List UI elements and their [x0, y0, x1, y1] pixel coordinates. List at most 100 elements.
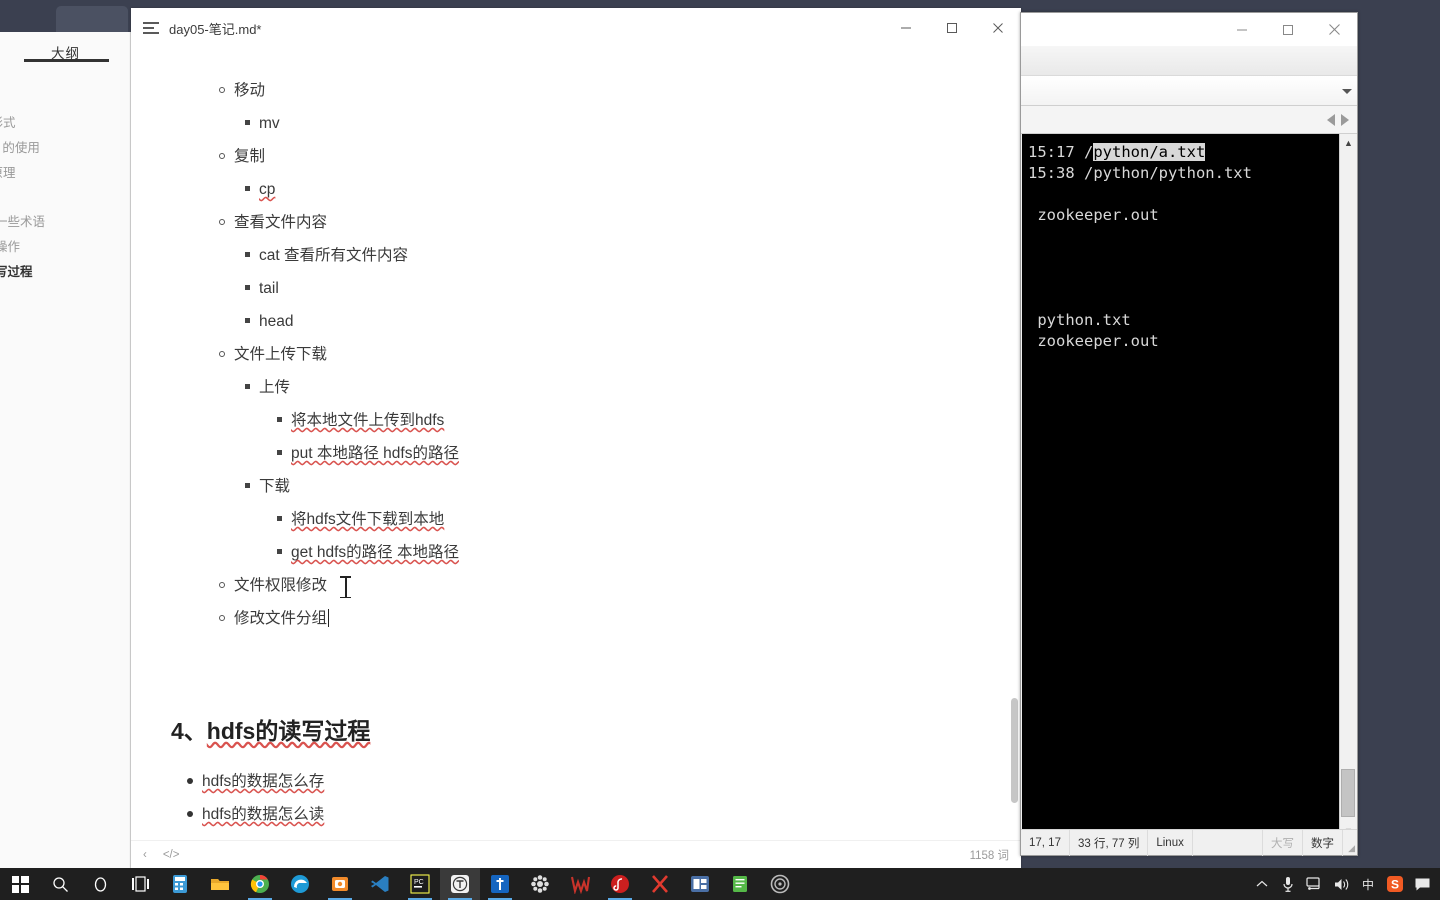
list-item[interactable]: hdfs的数据怎么存: [187, 772, 324, 792]
session-type: Linux: [1148, 829, 1193, 856]
outline-item[interactable]: 的: [0, 86, 130, 111]
outline-item-active[interactable]: 的读写过程: [0, 260, 130, 285]
notepad-icon[interactable]: [720, 868, 760, 900]
chrome-icon[interactable]: [240, 868, 280, 900]
microphone-icon[interactable]: [1275, 868, 1301, 900]
chevron-down-icon[interactable]: [1342, 89, 1352, 94]
xshell-icon[interactable]: [480, 868, 520, 900]
task-view-icon[interactable]: [120, 868, 160, 900]
maximize-icon[interactable]: [929, 8, 975, 48]
square-bullet-icon: [245, 483, 250, 489]
list-item[interactable]: 移动: [219, 81, 265, 101]
outline-item[interactable]: 中的一些术语: [0, 210, 130, 235]
list-item-label: tail: [259, 280, 279, 297]
edge-icon[interactable]: [280, 868, 320, 900]
cortana-icon[interactable]: [80, 868, 120, 900]
notification-icon[interactable]: [1409, 868, 1436, 900]
num-lock-indicator: 数字: [1303, 829, 1343, 856]
list-item[interactable]: 文件上传下载: [219, 345, 327, 365]
background-window-tab[interactable]: [56, 6, 128, 32]
windows-start-icon[interactable]: [0, 868, 40, 900]
list-item[interactable]: 文件权限修改: [219, 576, 327, 596]
page-title[interactable]: 4、hdfs的读写过程: [171, 712, 370, 746]
navicat-icon[interactable]: [520, 868, 560, 900]
volume-icon[interactable]: [1328, 868, 1355, 900]
maximize-icon[interactable]: [1265, 13, 1311, 46]
outline-item[interactable]: 储形式: [0, 111, 130, 136]
source-mode-button[interactable]: </>: [163, 849, 180, 861]
terminal-tabbar[interactable]: [1021, 106, 1357, 134]
outline-item[interactable]: 存: [0, 309, 130, 334]
prev-tab-icon[interactable]: [1327, 113, 1335, 126]
resize-grip-icon[interactable]: ◢: [1343, 830, 1357, 856]
square-bullet-icon: [245, 120, 250, 126]
minimize-icon[interactable]: [1219, 13, 1265, 46]
word-count[interactable]: 1158 词: [970, 847, 1009, 863]
wps-writer-icon[interactable]: [560, 868, 600, 900]
square-bullet-icon: [277, 417, 282, 423]
pycharm-icon[interactable]: PC: [400, 868, 440, 900]
terminal-vertical-scrollbar[interactable]: ▲ ▼: [1339, 134, 1356, 839]
list-item-label: 修改文件分组: [234, 610, 328, 627]
calculator-icon[interactable]: [160, 868, 200, 900]
list-item-label: cat 查看所有文件内容: [259, 247, 408, 264]
list-item[interactable]: tail: [245, 279, 279, 299]
next-tab-icon[interactable]: [1341, 113, 1349, 126]
netease-music-icon[interactable]: [600, 868, 640, 900]
circle-bullet-icon: [219, 152, 225, 159]
circle-bullet-icon: [219, 614, 225, 621]
scroll-up-icon[interactable]: ▲: [1340, 134, 1357, 151]
list-item[interactable]: 查看文件内容: [219, 213, 327, 233]
outline-toggle-icon[interactable]: [143, 21, 159, 35]
list-item-label: 查看文件内容: [234, 214, 328, 231]
disc-bullet-icon: [187, 810, 193, 817]
terminal-screen[interactable]: 15:17 /python/a.txt 15:38 /python/python…: [1022, 134, 1340, 839]
xmind-icon[interactable]: [640, 868, 680, 900]
vscode-icon[interactable]: [360, 868, 400, 900]
typora-titlebar[interactable]: day05-笔记.md*: [131, 8, 1021, 48]
close-icon[interactable]: [975, 8, 1021, 48]
outlook-icon[interactable]: [320, 868, 360, 900]
square-bullet-icon: [245, 285, 250, 291]
back-button[interactable]: ‹: [143, 849, 147, 861]
list-item-focused[interactable]: 修改文件分组: [219, 609, 330, 629]
safari-like-icon[interactable]: [760, 868, 800, 900]
list-item[interactable]: 下载: [245, 477, 290, 497]
list-item-label: cp: [259, 181, 276, 198]
terminal-address-bar[interactable]: [1021, 76, 1357, 106]
outline-item[interactable]: 文件操作: [0, 235, 130, 260]
file-explorer-icon[interactable]: [200, 868, 240, 900]
statusbar-spacer: [1193, 829, 1263, 856]
search-icon[interactable]: [40, 868, 80, 900]
terminal-toolbar[interactable]: [1021, 46, 1357, 76]
list-item[interactable]: head: [245, 312, 293, 332]
typora-icon[interactable]: [440, 868, 480, 900]
ime-mode-indicator[interactable]: 中: [1355, 868, 1381, 900]
list-item[interactable]: get hdfs的路径 本地路径: [277, 543, 459, 563]
list-item[interactable]: put 本地路径 hdfs的路径: [277, 444, 459, 464]
network-icon[interactable]: [1301, 868, 1328, 900]
list-item[interactable]: 上传: [245, 378, 290, 398]
sogou-input-icon[interactable]: S: [1381, 868, 1409, 900]
list-item[interactable]: cat 查看所有文件内容: [245, 246, 408, 266]
desktop: 大纲 的 储形式 app 的使用 的原理 中的一些术语 文件操作 的读写过程 存…: [0, 0, 1440, 900]
close-icon[interactable]: [1311, 13, 1357, 46]
outline-item[interactable]: 的原理: [0, 161, 130, 186]
list-item[interactable]: mv: [245, 114, 280, 134]
chevron-up-icon[interactable]: [1249, 868, 1275, 900]
typora-editor-body[interactable]: 移动 mv 复制 cp 查看文件内容 cat 查看所有文件内容 tail hea…: [131, 48, 1021, 828]
terminal-titlebar[interactable]: [1021, 13, 1357, 46]
tab-outline-indicator: [24, 59, 109, 62]
typora-vertical-scrollbar[interactable]: [1011, 698, 1018, 803]
list-item[interactable]: 将hdfs文件下载到本地: [277, 510, 444, 530]
minimize-icon[interactable]: [883, 8, 929, 48]
list-item[interactable]: 复制: [219, 147, 265, 167]
outline-item[interactable]: app 的使用: [0, 136, 130, 161]
list-item[interactable]: 将本地文件上传到hdfs: [277, 411, 444, 431]
scrollbar-thumb[interactable]: [1341, 769, 1355, 817]
dingtalk-icon[interactable]: [680, 868, 720, 900]
list-item[interactable]: hdfs的数据怎么读: [187, 805, 324, 825]
list-item[interactable]: cp: [245, 180, 275, 200]
